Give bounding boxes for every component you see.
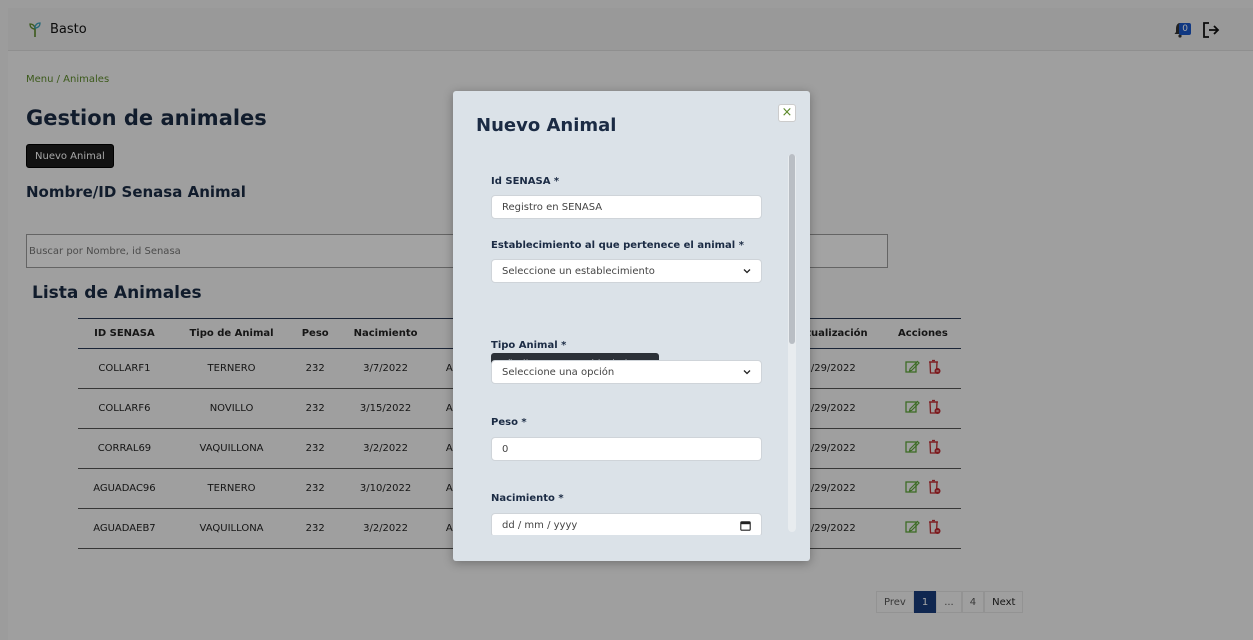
- modal-body: Id SENASA * Registro en SENASA Estableci…: [453, 149, 797, 535]
- establecimiento-value: Seleccione un establecimiento: [502, 265, 655, 277]
- peso-input[interactable]: 0: [491, 437, 762, 461]
- id-senasa-placeholder: Registro en SENASA: [502, 201, 603, 213]
- calendar-icon[interactable]: [740, 520, 751, 531]
- id-senasa-input[interactable]: Registro en SENASA: [491, 195, 762, 219]
- modal-title: Nuevo Animal: [476, 115, 617, 136]
- peso-value: 0: [502, 443, 509, 455]
- nacimiento-placeholder: dd / mm / yyyy: [502, 519, 578, 531]
- nacimiento-input[interactable]: dd / mm / yyyy: [491, 513, 762, 535]
- tipo-animal-label: Tipo Animal *: [491, 340, 567, 351]
- chevron-down-icon: [743, 269, 751, 274]
- id-senasa-label: Id SENASA *: [491, 176, 560, 187]
- modal-scroll-thumb[interactable]: [789, 154, 795, 344]
- close-icon[interactable]: ×: [778, 104, 796, 122]
- new-animal-modal: Nuevo Animal × Id SENASA * Registro en S…: [453, 91, 810, 561]
- chevron-down-icon: [743, 370, 751, 375]
- nacimiento-label: Nacimiento *: [491, 493, 564, 504]
- tipo-animal-select[interactable]: Seleccione una opción: [491, 360, 762, 384]
- peso-label: Peso *: [491, 417, 527, 428]
- modal-scrollbar[interactable]: [788, 154, 796, 532]
- establecimiento-label: Establecimiento al que pertenece el anim…: [491, 240, 744, 251]
- establecimiento-select[interactable]: Seleccione un establecimiento: [491, 259, 762, 283]
- tipo-animal-value: Seleccione una opción: [502, 366, 615, 378]
